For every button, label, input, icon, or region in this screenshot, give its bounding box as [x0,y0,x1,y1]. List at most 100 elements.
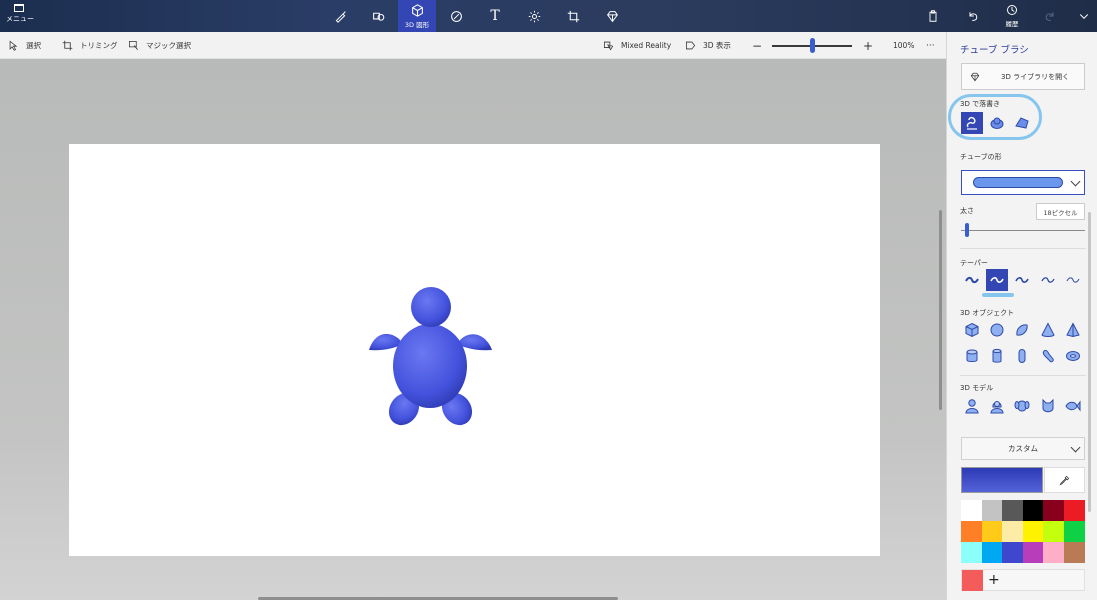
more-options-button[interactable]: ··· [926,32,935,59]
select-button[interactable]: 選択 [8,32,41,59]
clipboard-icon [929,10,937,22]
color-swatch[interactable] [981,521,1003,542]
color-mode-label: カスタム [1008,444,1038,453]
color-swatch[interactable] [981,542,1003,563]
zoom-level[interactable]: 100% [893,32,914,59]
cube-icon [411,3,423,17]
zoom-level-text: 100% [893,41,915,50]
tube-shape-dropdown[interactable] [961,170,1085,195]
folder-icon [14,4,24,12]
crop-canvas-icon [567,10,579,22]
tool-text[interactable]: T [476,0,514,32]
woman-icon [990,401,1004,414]
tool-canvas[interactable] [554,0,592,32]
redo-button[interactable] [1034,0,1066,32]
color-swatch[interactable] [1043,542,1064,563]
tool-2d-shapes[interactable] [359,0,397,32]
tool-3d-shapes[interactable]: 3D 図形 [398,0,436,32]
thickness-input[interactable]: 18ピクセル [1036,203,1085,220]
color-mode-dropdown[interactable]: カスタム [961,437,1085,460]
model-woman[interactable] [986,395,1008,417]
color-swatch[interactable] [1063,500,1085,521]
color-swatch[interactable] [1022,542,1044,563]
mixed-reality-button[interactable]: Mixed Reality [603,32,671,59]
expand-button[interactable] [1068,0,1097,32]
tool-3d-library[interactable] [593,0,631,32]
object-tube[interactable] [986,345,1008,367]
taper-none-icon [965,276,979,284]
crop-button[interactable]: トリミング [62,32,118,59]
undo-button[interactable] [957,0,989,32]
object-bent-capsule[interactable] [1037,345,1059,367]
shapes-2d-icon [372,12,384,21]
divider [960,375,1086,376]
3d-models-label: 3D モデル [960,384,994,392]
color-swatch[interactable] [1022,500,1044,521]
zoom-in-button[interactable]: + [863,32,873,59]
history-button[interactable]: 履歴 [996,0,1028,32]
color-swatch[interactable] [961,500,982,521]
color-swatch[interactable] [1043,521,1064,542]
menu-button[interactable]: メニュー [6,4,34,30]
minus-icon: − [752,38,763,53]
object-cube[interactable] [961,319,983,341]
model-dog[interactable] [1011,395,1033,417]
object-cylinder[interactable] [961,345,983,367]
object-capsule[interactable] [1011,345,1033,367]
thickness-slider-thumb[interactable] [965,223,969,237]
magic-select-button[interactable]: マジック選択 [128,32,191,59]
color-swatch[interactable] [1063,521,1085,542]
paste-button[interactable] [917,0,949,32]
tool-stickers[interactable] [437,0,475,32]
more-icon: ··· [926,40,935,51]
view-3d-icon [685,41,696,50]
tool-effects[interactable] [515,0,553,32]
panel-scrollbar[interactable] [1088,212,1091,512]
model-fish[interactable] [1062,395,1084,417]
object-pyramid[interactable] [1062,319,1084,341]
magic-select-icon [128,40,138,50]
color-swatch[interactable] [1002,521,1023,542]
open-3d-library-button[interactable]: 3D ライブラリを開く [961,63,1085,90]
taper-option-4[interactable] [1037,269,1059,291]
drawing-canvas[interactable] [69,144,880,556]
color-swatch[interactable] [1022,521,1044,542]
mixed-reality-label: Mixed Reality [621,41,672,50]
hemisphere-icon [1016,324,1028,336]
color-swatch[interactable] [981,500,1003,521]
view-3d-button[interactable]: 3D 表示 [685,32,731,59]
model-cat[interactable] [1037,395,1059,417]
tool-brushes[interactable] [321,0,359,32]
thickness-label: 太さ [960,207,974,215]
history-clock-icon [1007,5,1017,15]
object-cone[interactable] [1037,319,1059,341]
add-color-icon[interactable]: + [988,572,1000,588]
cone-icon [1041,322,1055,337]
eyedropper-button[interactable] [1044,467,1085,493]
cube-icon [965,322,979,338]
object-hemisphere[interactable] [1011,319,1033,341]
workspace[interactable] [0,59,946,600]
tube-icon [992,348,1002,363]
model-man[interactable] [961,395,983,417]
turtle-3d-model[interactable] [69,144,880,556]
custom-color-swatch[interactable] [962,570,983,591]
taper-option-1[interactable] [961,269,983,291]
vertical-scrollbar[interactable] [939,210,942,410]
taper-option-2[interactable] [986,269,1008,291]
color-swatch[interactable] [1043,500,1064,521]
taper-option-5[interactable] [1062,269,1084,291]
color-swatch[interactable] [1063,542,1085,563]
taper-option-3[interactable] [1011,269,1033,291]
object-torus[interactable] [1062,345,1084,367]
zoom-out-button[interactable]: − [752,32,762,59]
zoom-slider-thumb[interactable] [810,38,815,53]
object-sphere[interactable] [986,319,1008,341]
thickness-slider-track[interactable] [961,230,1085,231]
selected-color-preview[interactable] [961,467,1043,493]
color-swatch[interactable] [961,521,982,542]
color-swatch[interactable] [961,542,982,563]
color-swatch[interactable] [1002,500,1023,521]
color-swatch[interactable] [1002,542,1023,563]
pyramid-icon [1066,322,1080,338]
